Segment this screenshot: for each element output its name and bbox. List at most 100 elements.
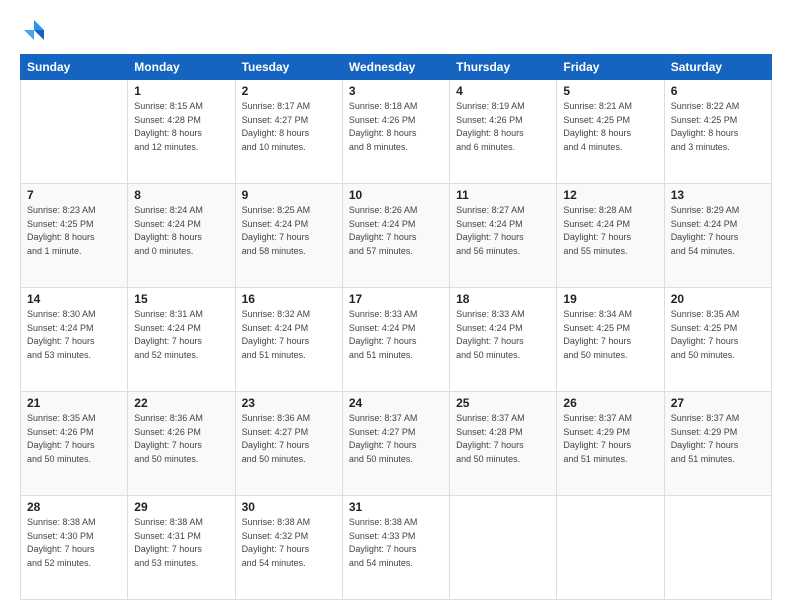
day-info: Sunrise: 8:21 AM Sunset: 4:25 PM Dayligh… [563,100,657,154]
day-number: 20 [671,292,765,306]
calendar-body: 1 Sunrise: 8:15 AM Sunset: 4:28 PM Daylig… [21,80,772,600]
calendar-cell: 23 Sunrise: 8:36 AM Sunset: 4:27 PM Dayli… [235,392,342,496]
calendar-cell: 6 Sunrise: 8:22 AM Sunset: 4:25 PM Daylig… [664,80,771,184]
logo [20,16,52,44]
weekday-header-monday: Monday [128,55,235,80]
day-info: Sunrise: 8:30 AM Sunset: 4:24 PM Dayligh… [27,308,121,362]
calendar-cell: 17 Sunrise: 8:33 AM Sunset: 4:24 PM Dayli… [342,288,449,392]
day-info: Sunrise: 8:35 AM Sunset: 4:25 PM Dayligh… [671,308,765,362]
calendar-table: SundayMondayTuesdayWednesdayThursdayFrid… [20,54,772,600]
day-number: 3 [349,84,443,98]
calendar-cell: 29Sunrise: 8:38 AM Sunset: 4:31 PM Dayli… [128,496,235,600]
calendar-week-3: 14 Sunrise: 8:30 AM Sunset: 4:24 PM Dayli… [21,288,772,392]
day-number: 21 [27,396,121,410]
weekday-row: SundayMondayTuesdayWednesdayThursdayFrid… [21,55,772,80]
calendar-cell: 13 Sunrise: 8:29 AM Sunset: 4:24 PM Dayli… [664,184,771,288]
day-number: 16 [242,292,336,306]
calendar-week-4: 21 Sunrise: 8:35 AM Sunset: 4:26 PM Dayli… [21,392,772,496]
weekday-header-wednesday: Wednesday [342,55,449,80]
calendar-week-1: 1 Sunrise: 8:15 AM Sunset: 4:28 PM Daylig… [21,80,772,184]
day-info: Sunrise: 8:33 AM Sunset: 4:24 PM Dayligh… [349,308,443,362]
day-info: Sunrise: 8:22 AM Sunset: 4:25 PM Dayligh… [671,100,765,154]
logo-icon [20,16,48,44]
day-info: Sunrise: 8:29 AM Sunset: 4:24 PM Dayligh… [671,204,765,258]
day-info: Sunrise: 8:38 AM Sunset: 4:30 PM Dayligh… [27,516,121,570]
day-info: Sunrise: 8:27 AM Sunset: 4:24 PM Dayligh… [456,204,550,258]
calendar-cell: 22Sunrise: 8:36 AM Sunset: 4:26 PM Dayli… [128,392,235,496]
calendar-cell: 31 Sunrise: 8:38 AM Sunset: 4:33 PM Dayli… [342,496,449,600]
day-number: 27 [671,396,765,410]
day-number: 2 [242,84,336,98]
day-info: Sunrise: 8:33 AM Sunset: 4:24 PM Dayligh… [456,308,550,362]
calendar-cell: 10 Sunrise: 8:26 AM Sunset: 4:24 PM Dayli… [342,184,449,288]
day-info: Sunrise: 8:18 AM Sunset: 4:26 PM Dayligh… [349,100,443,154]
day-info: Sunrise: 8:31 AM Sunset: 4:24 PM Dayligh… [134,308,228,362]
calendar-week-5: 28Sunrise: 8:38 AM Sunset: 4:30 PM Dayli… [21,496,772,600]
day-number: 17 [349,292,443,306]
day-number: 6 [671,84,765,98]
calendar-cell [557,496,664,600]
day-number: 29 [134,500,228,514]
day-info: Sunrise: 8:38 AM Sunset: 4:32 PM Dayligh… [242,516,336,570]
day-info: Sunrise: 8:25 AM Sunset: 4:24 PM Dayligh… [242,204,336,258]
day-number: 24 [349,396,443,410]
header [20,16,772,44]
day-info: Sunrise: 8:36 AM Sunset: 4:27 PM Dayligh… [242,412,336,466]
day-info: Sunrise: 8:32 AM Sunset: 4:24 PM Dayligh… [242,308,336,362]
day-number: 9 [242,188,336,202]
weekday-header-saturday: Saturday [664,55,771,80]
day-info: Sunrise: 8:37 AM Sunset: 4:29 PM Dayligh… [671,412,765,466]
day-info: Sunrise: 8:23 AM Sunset: 4:25 PM Dayligh… [27,204,121,258]
calendar-cell: 20 Sunrise: 8:35 AM Sunset: 4:25 PM Dayli… [664,288,771,392]
day-number: 25 [456,396,550,410]
calendar-cell: 16 Sunrise: 8:32 AM Sunset: 4:24 PM Dayli… [235,288,342,392]
calendar-cell: 28Sunrise: 8:38 AM Sunset: 4:30 PM Dayli… [21,496,128,600]
calendar-header: SundayMondayTuesdayWednesdayThursdayFrid… [21,55,772,80]
day-info: Sunrise: 8:15 AM Sunset: 4:28 PM Dayligh… [134,100,228,154]
weekday-header-thursday: Thursday [450,55,557,80]
calendar-cell [664,496,771,600]
day-info: Sunrise: 8:17 AM Sunset: 4:27 PM Dayligh… [242,100,336,154]
calendar-cell: 2 Sunrise: 8:17 AM Sunset: 4:27 PM Daylig… [235,80,342,184]
calendar-cell: 11 Sunrise: 8:27 AM Sunset: 4:24 PM Dayli… [450,184,557,288]
day-info: Sunrise: 8:36 AM Sunset: 4:26 PM Dayligh… [134,412,228,466]
page: SundayMondayTuesdayWednesdayThursdayFrid… [0,0,792,612]
day-number: 8 [134,188,228,202]
calendar-cell: 19Sunrise: 8:34 AM Sunset: 4:25 PM Dayli… [557,288,664,392]
calendar-cell: 12Sunrise: 8:28 AM Sunset: 4:24 PM Dayli… [557,184,664,288]
calendar-cell: 9 Sunrise: 8:25 AM Sunset: 4:24 PM Daylig… [235,184,342,288]
day-info: Sunrise: 8:37 AM Sunset: 4:28 PM Dayligh… [456,412,550,466]
calendar-cell: 7 Sunrise: 8:23 AM Sunset: 4:25 PM Daylig… [21,184,128,288]
day-number: 7 [27,188,121,202]
calendar-cell [21,80,128,184]
calendar-cell: 4 Sunrise: 8:19 AM Sunset: 4:26 PM Daylig… [450,80,557,184]
calendar-cell: 30Sunrise: 8:38 AM Sunset: 4:32 PM Dayli… [235,496,342,600]
day-info: Sunrise: 8:37 AM Sunset: 4:27 PM Dayligh… [349,412,443,466]
calendar-cell: 18Sunrise: 8:33 AM Sunset: 4:24 PM Dayli… [450,288,557,392]
day-info: Sunrise: 8:34 AM Sunset: 4:25 PM Dayligh… [563,308,657,362]
day-number: 12 [563,188,657,202]
day-number: 23 [242,396,336,410]
day-info: Sunrise: 8:19 AM Sunset: 4:26 PM Dayligh… [456,100,550,154]
calendar-cell: 5 Sunrise: 8:21 AM Sunset: 4:25 PM Daylig… [557,80,664,184]
weekday-header-tuesday: Tuesday [235,55,342,80]
calendar-cell: 15 Sunrise: 8:31 AM Sunset: 4:24 PM Dayli… [128,288,235,392]
day-number: 31 [349,500,443,514]
day-number: 1 [134,84,228,98]
day-info: Sunrise: 8:37 AM Sunset: 4:29 PM Dayligh… [563,412,657,466]
day-info: Sunrise: 8:35 AM Sunset: 4:26 PM Dayligh… [27,412,121,466]
day-number: 4 [456,84,550,98]
day-info: Sunrise: 8:38 AM Sunset: 4:33 PM Dayligh… [349,516,443,570]
day-number: 11 [456,188,550,202]
calendar-cell: 14 Sunrise: 8:30 AM Sunset: 4:24 PM Dayli… [21,288,128,392]
weekday-header-friday: Friday [557,55,664,80]
day-info: Sunrise: 8:26 AM Sunset: 4:24 PM Dayligh… [349,204,443,258]
calendar-cell: 8Sunrise: 8:24 AM Sunset: 4:24 PM Daylig… [128,184,235,288]
day-number: 13 [671,188,765,202]
calendar-cell: 26Sunrise: 8:37 AM Sunset: 4:29 PM Dayli… [557,392,664,496]
day-number: 10 [349,188,443,202]
calendar-cell: 3 Sunrise: 8:18 AM Sunset: 4:26 PM Daylig… [342,80,449,184]
day-number: 5 [563,84,657,98]
day-number: 14 [27,292,121,306]
day-number: 15 [134,292,228,306]
